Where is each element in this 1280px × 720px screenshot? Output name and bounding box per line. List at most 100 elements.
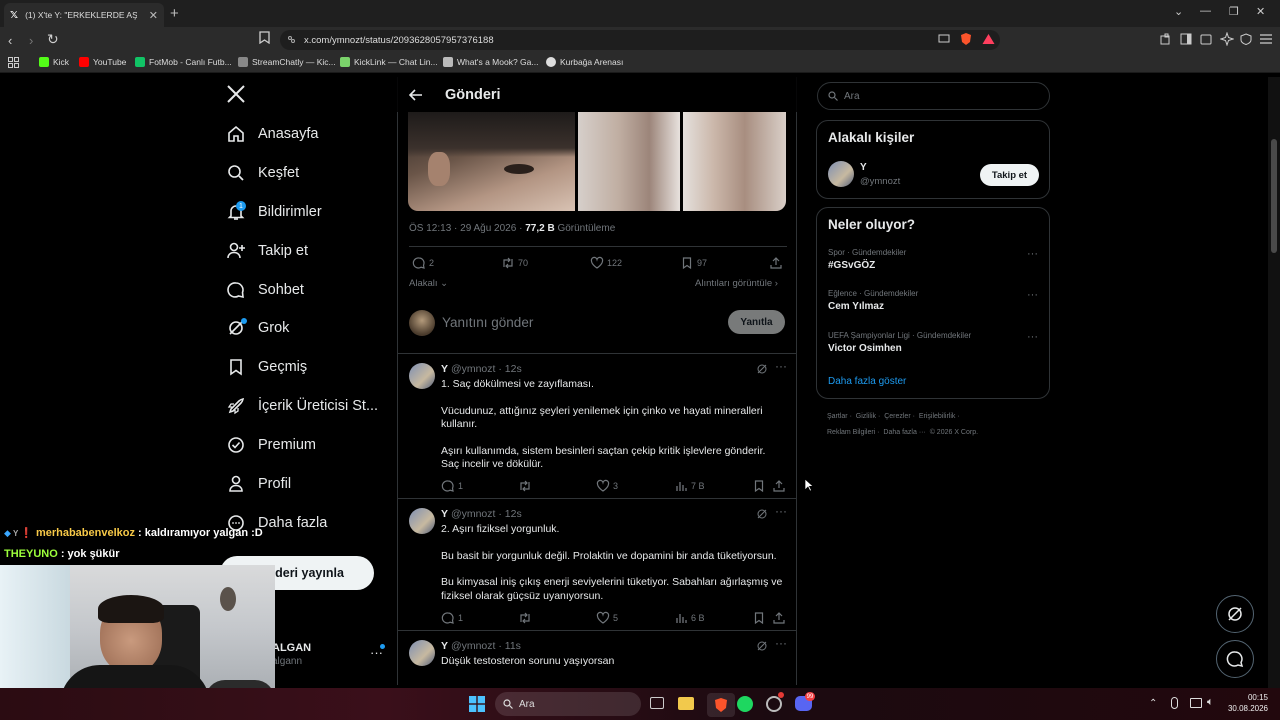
- footer-link[interactable]: Reklam Bilgileri: [827, 429, 875, 436]
- brave-taskbar-active[interactable]: [707, 693, 735, 717]
- share-action[interactable]: [772, 611, 789, 625]
- share-action[interactable]: [769, 256, 786, 270]
- spotify-icon[interactable]: [737, 696, 753, 712]
- more-options-icon[interactable]: ···: [1027, 248, 1038, 260]
- reply-tweet[interactable]: Y @ymnozt · 12s ··· 2. Aşırı fiziksel yo…: [398, 499, 796, 630]
- nav-premium[interactable]: Premium: [226, 430, 316, 460]
- repost-action[interactable]: [518, 479, 535, 493]
- chevron-down-icon[interactable]: ⌄: [1174, 5, 1183, 18]
- avatar[interactable]: [409, 508, 435, 534]
- grok-fab[interactable]: [1216, 595, 1254, 633]
- minimize-icon[interactable]: —: [1200, 5, 1211, 17]
- footer-link[interactable]: Daha fazla ···: [883, 429, 925, 436]
- follow-button[interactable]: Takip et: [980, 164, 1039, 186]
- menu-icon[interactable]: [1260, 34, 1272, 44]
- system-clock[interactable]: 00:15 30.08.2026: [1226, 692, 1268, 714]
- bookmark-action[interactable]: [752, 479, 769, 493]
- bookmark-action[interactable]: [752, 611, 769, 625]
- windows-start-icon[interactable]: [469, 696, 485, 712]
- reply-action[interactable]: 1: [441, 611, 463, 625]
- leo-ai-icon[interactable]: [1220, 32, 1234, 46]
- like-action[interactable]: 5: [596, 611, 618, 625]
- post-image-face[interactable]: [408, 112, 575, 211]
- nav-chat[interactable]: Sohbet: [226, 275, 304, 305]
- reply-tweet[interactable]: Y @ymnozt · 11s ··· Düşük testosteron so…: [398, 631, 796, 685]
- views-stat[interactable]: 6 B: [674, 611, 705, 625]
- maximize-icon[interactable]: ❐: [1229, 5, 1239, 18]
- nav-follow[interactable]: Takip et: [226, 236, 308, 266]
- post-image-arm-left[interactable]: [578, 112, 680, 211]
- post-image-arm-right[interactable]: [683, 112, 786, 211]
- address-bar[interactable]: x.com/ymnozt/status/2093628057957376188: [280, 30, 1000, 50]
- footer-link[interactable]: Erişilebilirlik: [919, 413, 956, 420]
- reply-tweet[interactable]: Y @ymnozt · 12s ··· 1. Saç dökülmesi ve …: [398, 354, 796, 498]
- microphone-icon[interactable]: [1171, 697, 1178, 709]
- wallet-icon[interactable]: [1200, 33, 1212, 45]
- bookmark-action[interactable]: 97: [680, 256, 707, 270]
- sidebar-icon[interactable]: [1180, 33, 1192, 45]
- task-view-icon[interactable]: [650, 697, 664, 709]
- nav-profile[interactable]: Profil: [226, 469, 291, 499]
- view-quotes-link[interactable]: Alıntıları görüntüle ›: [695, 278, 778, 289]
- more-options-icon[interactable]: ···: [775, 636, 787, 650]
- person-name[interactable]: Y: [860, 162, 867, 173]
- author-name[interactable]: Y: [441, 640, 448, 652]
- more-options-icon[interactable]: ···: [775, 504, 787, 518]
- network-icon[interactable]: [1190, 698, 1202, 708]
- avatar[interactable]: [409, 363, 435, 389]
- cast-icon[interactable]: [938, 34, 950, 44]
- more-options-icon[interactable]: ···: [775, 359, 787, 373]
- footer-link[interactable]: Şartlar: [827, 413, 848, 420]
- steam-icon[interactable]: [766, 696, 782, 712]
- bookmark-mook[interactable]: What's a Mook? Ga...: [443, 57, 538, 67]
- like-action[interactable]: 122: [590, 256, 622, 270]
- bookmark-kicklink[interactable]: KickLink — Chat Lin...: [340, 57, 438, 67]
- extensions-icon[interactable]: [1160, 33, 1172, 45]
- bookmark-streamchatly[interactable]: StreamChatly — Kic...: [238, 57, 336, 67]
- more-options-icon[interactable]: ···: [1027, 331, 1038, 343]
- nav-history[interactable]: Geçmiş: [226, 352, 307, 382]
- more-options-icon[interactable]: ···: [1027, 289, 1038, 301]
- forward-icon[interactable]: ›: [29, 33, 33, 48]
- brave-shield-icon[interactable]: [960, 32, 972, 46]
- reply-action[interactable]: 2: [412, 256, 434, 270]
- nav-grok[interactable]: Grok: [226, 313, 289, 343]
- x-logo-icon[interactable]: [226, 84, 246, 104]
- share-action[interactable]: [772, 479, 789, 493]
- trend-item[interactable]: Eğlence · Gündemdekiler Cem Yılmaz: [828, 289, 1040, 312]
- reply-input[interactable]: Yanıtını gönder: [442, 315, 533, 330]
- reply-action[interactable]: 1: [441, 479, 463, 493]
- trend-item[interactable]: UEFA Şampiyonlar Ligi · Gündemdekiler Vi…: [828, 331, 1040, 354]
- scrollbar-thumb[interactable]: [1271, 139, 1277, 253]
- avatar[interactable]: [409, 640, 435, 666]
- trend-item[interactable]: Spor · Gündemdekiler #GSvGÖZ: [828, 248, 1040, 271]
- close-tab-icon[interactable]: ✕: [149, 9, 158, 22]
- footer-link[interactable]: Çerezler: [884, 413, 910, 420]
- bookmark-kick[interactable]: Kick: [39, 57, 69, 67]
- scrollbar-track[interactable]: [1268, 77, 1280, 688]
- avatar[interactable]: [828, 161, 854, 187]
- views-stat[interactable]: 7 B: [674, 479, 705, 493]
- browser-tab[interactable]: 𝕏 (1) X'te Y: "ERKEKLERDE AŞIRI M... ✕: [4, 3, 164, 27]
- back-icon[interactable]: ‹: [8, 33, 12, 48]
- bookmark-page-icon[interactable]: [259, 31, 270, 44]
- new-tab-icon[interactable]: +: [170, 5, 179, 22]
- nav-creator-studio[interactable]: İçerik Üreticisi St...: [226, 391, 378, 421]
- author-name[interactable]: Y: [441, 508, 448, 520]
- apps-grid-icon[interactable]: [8, 57, 19, 68]
- bookmark-youtube[interactable]: YouTube: [79, 57, 126, 67]
- grok-explain-icon[interactable]: [756, 640, 768, 652]
- bookmark-fotmob[interactable]: FotMob - Canlı Futb...: [135, 57, 232, 67]
- site-info-icon[interactable]: [287, 35, 296, 44]
- show-more-link[interactable]: Daha fazla göster: [828, 376, 906, 387]
- back-arrow-icon[interactable]: [409, 88, 423, 101]
- footer-link[interactable]: Gizlilik: [856, 413, 876, 420]
- nav-home[interactable]: Anasayfa: [226, 119, 318, 149]
- taskbar-search[interactable]: Ara: [495, 692, 641, 716]
- grok-explain-icon[interactable]: [756, 508, 768, 520]
- tray-chevron-up-icon[interactable]: ⌃: [1149, 698, 1157, 709]
- reload-icon[interactable]: ↻: [47, 31, 59, 48]
- volume-icon[interactable]: 🔈︎: [1207, 696, 1214, 709]
- relevance-dropdown[interactable]: Alakalı ⌄: [409, 278, 448, 289]
- author-name[interactable]: Y: [441, 363, 448, 375]
